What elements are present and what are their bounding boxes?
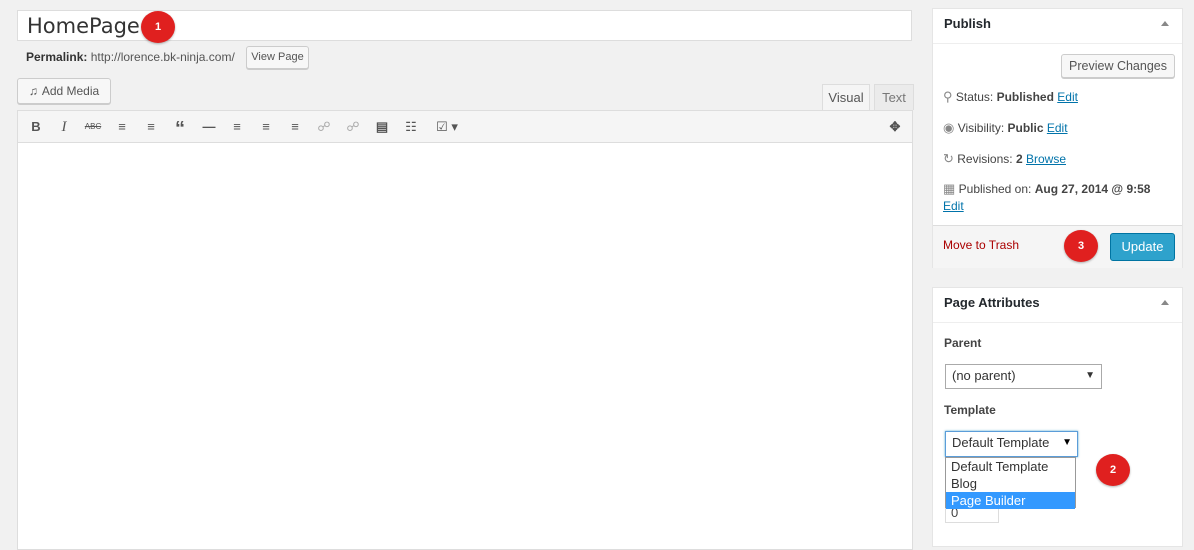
template-select-value: Default Template xyxy=(952,435,1050,450)
view-page-button[interactable]: View Page xyxy=(246,46,309,69)
published-label: Published on: xyxy=(958,182,1032,196)
chevron-down-icon: ▼ xyxy=(1085,370,1095,381)
revisions-value: 2 xyxy=(1015,152,1023,166)
status-row: ⚲ Status: Published Edit xyxy=(943,89,1078,105)
align-left-icon[interactable]: ≡ xyxy=(228,118,246,136)
read-more-icon[interactable]: ▤ xyxy=(373,118,391,136)
published-row: ▦ Published on: Aug 27, 2014 @ 9:58 xyxy=(943,181,1178,197)
shortcode-cart-icon[interactable]: ☑ ▾ xyxy=(431,118,463,136)
revisions-row: ↻ Revisions: 2 Browse xyxy=(943,151,1066,167)
toolbar-toggle-icon[interactable]: ☷ xyxy=(402,118,420,136)
add-media-label: Add Media xyxy=(41,84,100,98)
align-center-icon[interactable]: ≡ xyxy=(257,118,275,136)
page-attributes-panel: Page Attributes Parent (no parent) ▼ Tem… xyxy=(932,287,1183,547)
visibility-value: Public xyxy=(1007,121,1044,135)
numbered-list-icon[interactable]: ≡ xyxy=(142,118,160,136)
parent-label: Parent xyxy=(944,336,982,350)
template-select[interactable]: Default Template ▼ xyxy=(945,431,1078,457)
published-value: Aug 27, 2014 @ 9:58 xyxy=(1034,182,1151,196)
page-attributes-title: Page Attributes xyxy=(933,288,1182,323)
step-badge-3: 3 xyxy=(1064,230,1098,262)
italic-icon[interactable]: I xyxy=(55,118,73,136)
visibility-label: Visibility: xyxy=(957,121,1005,135)
visibility-row: ◉ Visibility: Public Edit xyxy=(943,120,1068,136)
unlink-icon[interactable]: ☍ xyxy=(344,118,362,136)
parent-select-value: (no parent) xyxy=(952,368,1016,383)
editor-toolbar: B I ABC ≡ ≡ “ — ≡ ≡ ≡ ☍ ☍ ▤ ☷ ☑ ▾ ✥ xyxy=(18,111,912,143)
publish-panel-title: Publish xyxy=(933,9,1182,44)
step-badge-1: 1 xyxy=(141,11,175,43)
content-editor[interactable]: B I ABC ≡ ≡ “ — ≡ ≡ ≡ ☍ ☍ ▤ ☷ ☑ ▾ ✥ xyxy=(17,110,913,550)
eye-icon: ◉ xyxy=(943,120,955,135)
permalink-row: Permalink: http://lorence.bk-ninja.com/ xyxy=(26,50,235,64)
add-media-icon: ♫ xyxy=(28,84,38,98)
preview-changes-button[interactable]: Preview Changes xyxy=(1061,54,1175,78)
add-media-button[interactable]: ♫ Add Media xyxy=(17,78,111,104)
status-label: Status: xyxy=(955,90,994,104)
parent-select[interactable]: (no parent) ▼ xyxy=(945,364,1102,389)
revisions-label: Revisions: xyxy=(957,152,1013,166)
align-right-icon[interactable]: ≡ xyxy=(286,118,304,136)
visibility-edit-link[interactable]: Edit xyxy=(1047,121,1068,135)
calendar-icon: ▦ xyxy=(943,181,956,196)
chevron-down-icon: ▼ xyxy=(1062,437,1072,448)
status-value: Published xyxy=(996,90,1054,104)
page-title-value: HomePage xyxy=(27,14,140,38)
blockquote-icon[interactable]: “ xyxy=(171,118,189,140)
permalink-url[interactable]: http://lorence.bk-ninja.com/ xyxy=(91,50,235,64)
horizontal-line-icon[interactable]: — xyxy=(200,118,218,136)
tab-text[interactable]: Text xyxy=(874,84,914,110)
pin-icon: ⚲ xyxy=(943,89,953,104)
step-badge-2: 2 xyxy=(1096,454,1130,486)
collapse-arrow-icon[interactable] xyxy=(1161,300,1169,305)
permalink-label: Permalink: xyxy=(26,50,88,64)
collapse-arrow-icon[interactable] xyxy=(1161,21,1169,26)
publish-panel: Publish Preview Changes ⚲ Status: Publis… xyxy=(932,8,1183,268)
template-label: Template xyxy=(944,403,996,417)
link-icon[interactable]: ☍ xyxy=(315,118,333,136)
status-edit-link[interactable]: Edit xyxy=(1057,90,1078,104)
fullscreen-icon[interactable]: ✥ xyxy=(886,118,904,136)
revisions-browse-link[interactable]: Browse xyxy=(1026,152,1066,166)
template-option-page-builder[interactable]: Page Builder xyxy=(946,492,1075,509)
tab-visual[interactable]: Visual xyxy=(822,84,870,110)
template-dropdown-list: Default Template Blog Page Builder xyxy=(945,457,1076,509)
published-edit-link[interactable]: Edit xyxy=(943,199,964,213)
template-option-blog[interactable]: Blog xyxy=(946,475,1075,492)
history-icon: ↻ xyxy=(943,151,954,166)
bold-icon[interactable]: B xyxy=(27,118,45,136)
bulleted-list-icon[interactable]: ≡ xyxy=(113,118,131,136)
move-to-trash-link[interactable]: Move to Trash xyxy=(943,238,1019,252)
update-button[interactable]: Update xyxy=(1110,233,1175,261)
template-option-default[interactable]: Default Template xyxy=(946,458,1075,475)
strikethrough-icon[interactable]: ABC xyxy=(84,118,102,136)
